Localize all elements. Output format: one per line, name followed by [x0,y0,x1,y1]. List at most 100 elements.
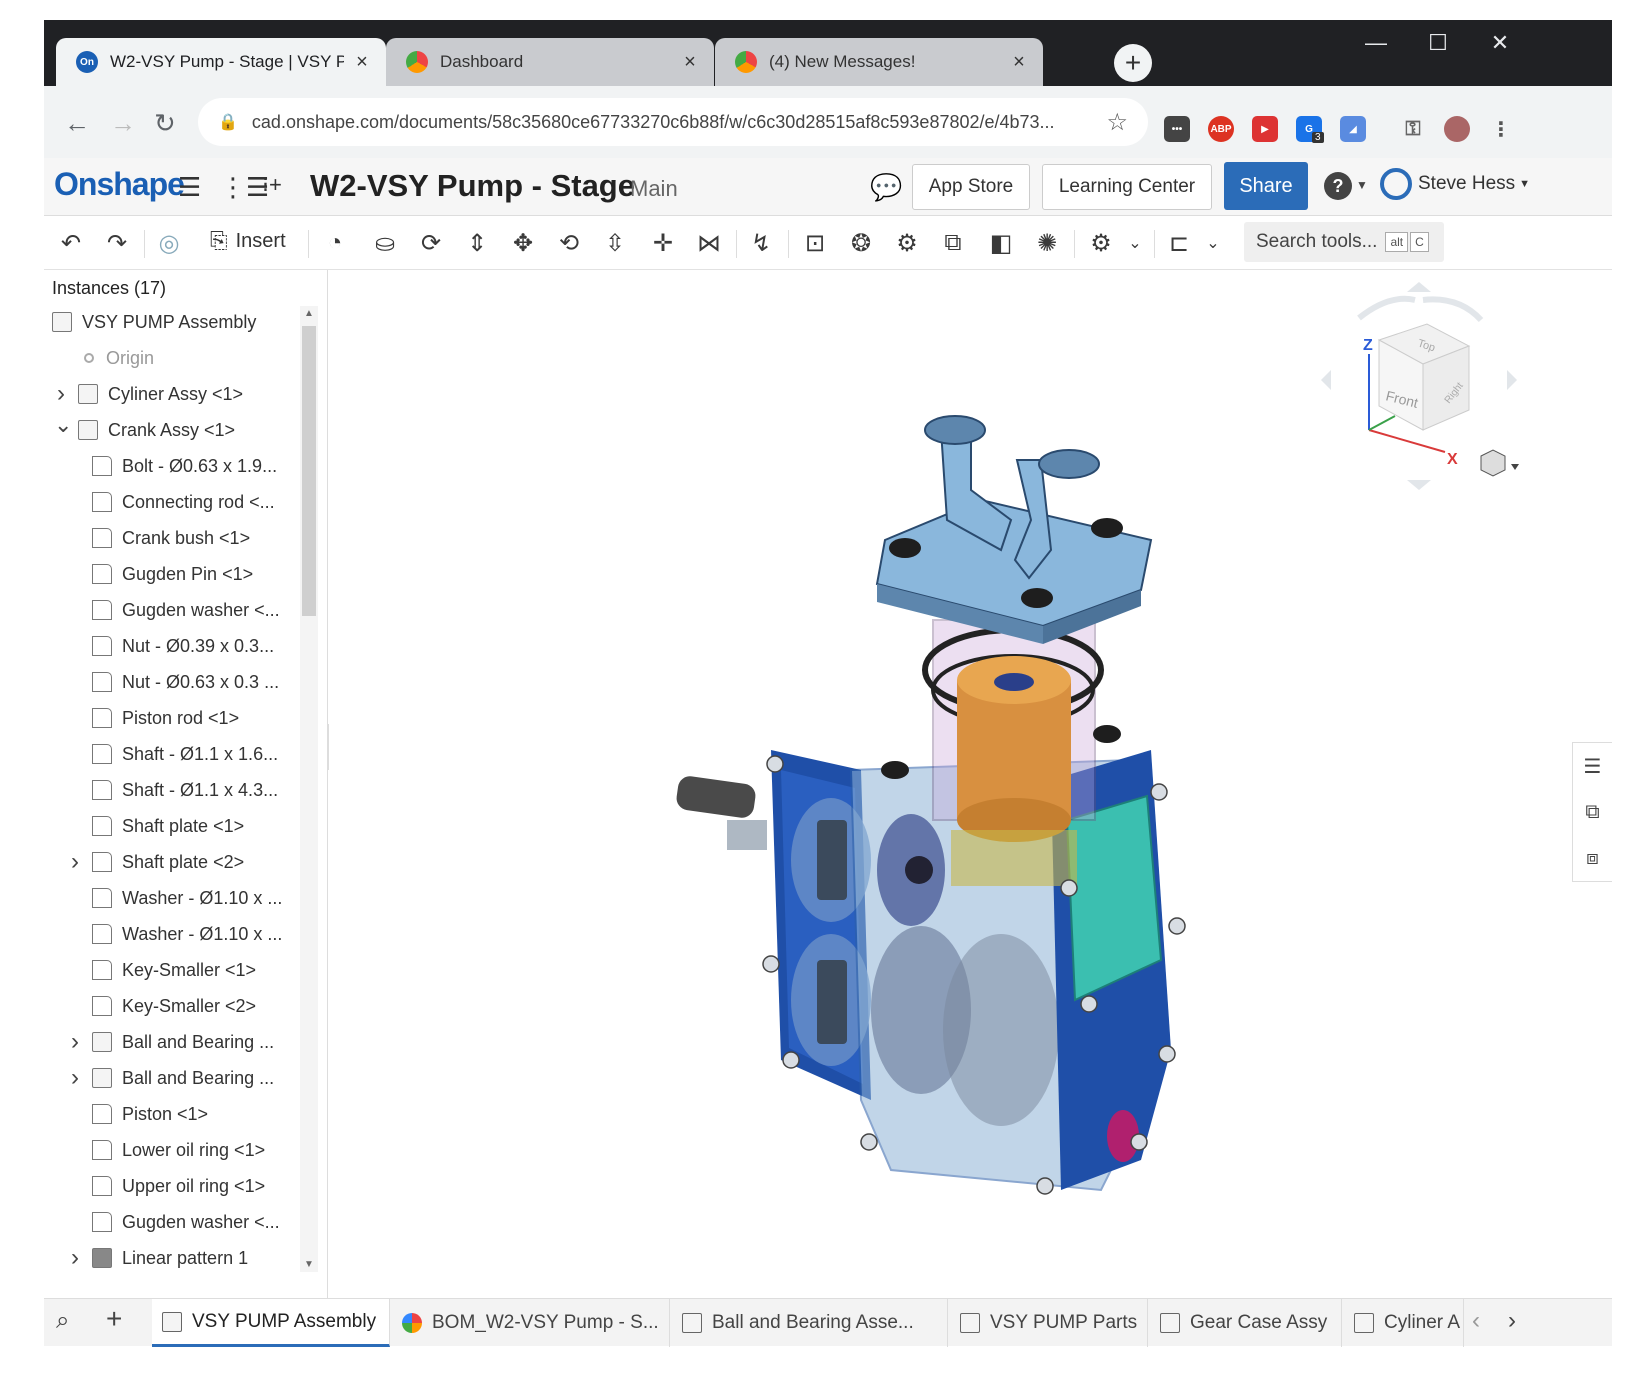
bookmark-star-icon[interactable]: ☆ [1106,108,1128,137]
settings-gear-icon[interactable]: ⚙ [1082,224,1120,262]
scroll-tabs-right-icon[interactable]: › [1508,1307,1516,1335]
element-tab[interactable]: VSY PUMP Parts [950,1299,1148,1347]
tree-item[interactable]: Piston <1> [44,1096,300,1132]
graphics-viewport[interactable]: Top Front Right Z X ☰ ⧉ ⧈ [329,270,1612,1298]
element-tab[interactable]: Cyliner A [1344,1299,1464,1347]
branch-label[interactable]: Main [630,176,678,202]
insert-part-icon[interactable]: ⁝+ [262,172,282,198]
panel-scrollbar[interactable]: ▲ ▼ [300,306,318,1272]
bom-panel-icon[interactable]: ⧉ [1573,789,1612,835]
tree-item[interactable]: Bolt - Ø0.63 x 1.9... [44,448,300,484]
scroll-down-icon[interactable]: ▼ [304,1259,314,1270]
url-input[interactable]: 🔒 cad.onshape.com/documents/58c35680ce67… [198,98,1148,146]
browser-tab-messages[interactable]: (4) New Messages! × [715,38,1043,86]
configuration-icon[interactable]: ◎ [150,224,188,262]
close-tab-icon[interactable]: × [352,51,372,74]
add-tab-icon[interactable]: + [106,1303,122,1335]
fastened-mate-icon[interactable]: ⛀ [366,224,404,262]
tree-item[interactable]: Nut - Ø0.39 x 0.3... [44,628,300,664]
expand-arrow-icon[interactable]: › [68,1244,82,1272]
scroll-tabs-left-icon[interactable]: ‹ [1472,1307,1480,1335]
linear-pattern-icon[interactable]: ⧉ [934,224,972,262]
tree-item[interactable]: Gugden washer <... [44,592,300,628]
parallel-mate-icon[interactable]: ⋈ [690,224,728,262]
view-cube-body[interactable]: Top Front Right [1377,323,1471,431]
profile-avatar[interactable] [1444,116,1470,142]
new-tab-button[interactable]: + [1114,44,1152,82]
search-tools-input[interactable]: Search tools... alt C [1244,222,1444,262]
group-icon[interactable]: ❂ [842,224,880,262]
tree-item[interactable]: Key-Smaller <2> [44,988,300,1024]
expand-arrow-icon[interactable]: › [54,380,68,408]
video-extension-icon[interactable]: ▶ [1252,116,1278,142]
tree-item[interactable]: Shaft plate <1> [44,808,300,844]
back-arrow-icon[interactable]: ← [64,108,90,139]
relation-icon[interactable]: ⚙ [888,224,926,262]
cylinder-assy[interactable] [922,619,1104,886]
tree-item[interactable]: › Shaft plate <2> [44,844,300,880]
share-button[interactable]: Share [1224,162,1308,210]
collapse-arrow-icon[interactable]: ⌄ [54,412,72,438]
tree-item[interactable]: Upper oil ring <1> [44,1168,300,1204]
tree-item[interactable]: Connecting rod <... [44,484,300,520]
browser-tab-onshape[interactable]: On W2-VSY Pump - Stage | VSY PUMP × [56,38,386,86]
tree-item[interactable]: Gugden Pin <1> [44,556,300,592]
tree-item[interactable]: Washer - Ø1.10 x ... [44,880,300,916]
close-tab-icon[interactable]: × [680,51,700,74]
measure-icon[interactable]: ⊏ [1160,224,1198,262]
tree-item[interactable]: Shaft - Ø1.1 x 4.3... [44,772,300,808]
browser-menu-icon[interactable]: ⋮ [1488,116,1514,142]
maximize-icon[interactable]: ☐ [1418,28,1458,58]
element-tab[interactable]: VSY PUMP Assembly [152,1299,390,1347]
user-menu[interactable]: Steve Hess ▼ [1380,168,1530,200]
replicate-icon[interactable]: ◔ [316,224,354,262]
expand-arrow-icon[interactable]: › [68,848,82,876]
tree-item[interactable]: Gugden washer <... [44,1204,300,1240]
tree-item[interactable]: Nut - Ø0.63 x 0.3 ... [44,664,300,700]
revolute-mate-icon[interactable]: ⟳ [412,224,450,262]
reload-icon[interactable]: ↻ [154,108,176,139]
section-view-icon[interactable]: ◧ [982,224,1020,262]
view-cube[interactable]: Top Front Right Z X [1319,280,1519,490]
app-store-button[interactable]: App Store [912,164,1030,210]
pump-assembly-model[interactable] [671,400,1221,1200]
tree-item[interactable]: ⌄ Crank Assy <1> [44,412,300,448]
element-tab[interactable]: Ball and Bearing Asse... [672,1299,948,1347]
close-window-icon[interactable]: ✕ [1480,28,1520,58]
expand-arrow-icon[interactable]: › [68,1028,82,1056]
tangent-mate-icon[interactable]: ↯ [742,224,780,262]
explode-icon[interactable]: ✺ [1028,224,1066,262]
key-icon[interactable]: ⚿ [1400,116,1426,142]
slider-mate-icon[interactable]: ⇕ [458,224,496,262]
tree-item[interactable]: Shaft - Ø1.1 x 1.6... [44,736,300,772]
forward-arrow-icon[interactable]: → [110,108,136,139]
minimize-icon[interactable]: — [1356,28,1396,58]
adblock-icon[interactable]: ABP [1208,116,1234,142]
chevron-down-icon[interactable]: ▼ [1356,178,1368,192]
pin-slot-mate-icon[interactable]: ⇳ [596,224,634,262]
tree-item[interactable]: Origin [44,340,300,376]
tree-item[interactable]: Lower oil ring <1> [44,1132,300,1168]
tree-item[interactable]: › Ball and Bearing ... [44,1024,300,1060]
extension-menu-icon[interactable]: ••• [1164,116,1190,142]
tree-item[interactable]: › Cyliner Assy <1> [44,376,300,412]
tree-item[interactable]: › Linear pattern 1 [44,1240,300,1276]
properties-panel-icon[interactable]: ☰ [1573,743,1612,789]
hamburger-menu-icon[interactable]: ☰ [178,172,201,203]
tree-item[interactable]: Piston rod <1> [44,700,300,736]
mate-panel-icon[interactable]: ⧈ [1573,835,1612,881]
element-tab[interactable]: Gear Case Assy [1150,1299,1342,1347]
tree-item[interactable]: Crank bush <1> [44,520,300,556]
cylindrical-mate-icon[interactable]: ⟲ [550,224,588,262]
drive-shaft[interactable] [675,775,767,850]
planar-mate-icon[interactable]: ✥ [504,224,542,262]
tree-item[interactable]: Washer - Ø1.10 x ... [44,916,300,952]
close-tab-icon[interactable]: × [1009,51,1029,74]
undo-icon[interactable]: ↶ [52,224,90,262]
drive-extension-icon[interactable]: ◢ [1340,116,1366,142]
learning-center-button[interactable]: Learning Center [1042,164,1212,210]
help-icon[interactable]: ? [1324,172,1352,200]
chevron-down-icon[interactable]: ⌄ [1116,224,1154,262]
comments-icon[interactable]: 💬 [870,172,902,203]
ball-mate-icon[interactable]: ✛ [644,224,682,262]
